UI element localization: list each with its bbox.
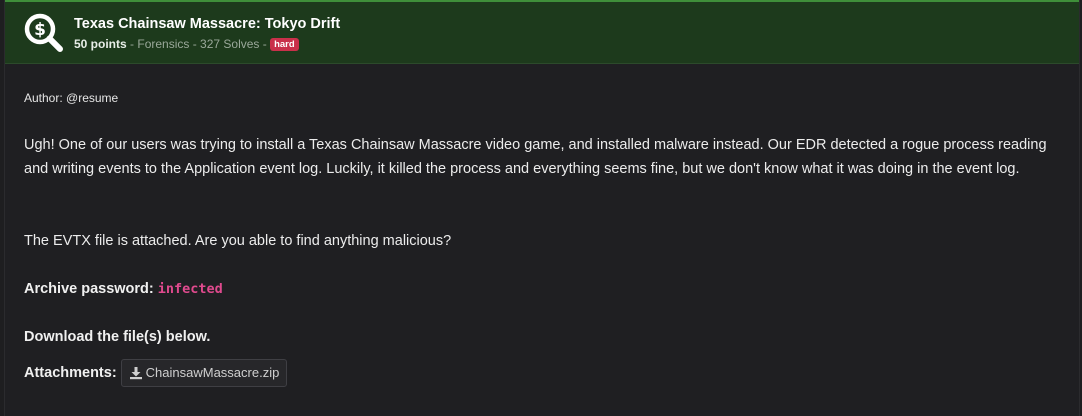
meta-separator: - — [189, 37, 201, 51]
password-value: infected — [157, 281, 223, 297]
challenge-card: $ Texas Chainsaw Massacre: Tokyo Drift 5… — [4, 0, 1080, 416]
attachments-label: Attachments: — [24, 365, 117, 381]
meta-separator: - — [259, 37, 271, 51]
challenge-points: 50 points — [74, 37, 127, 51]
challenge-header: $ Texas Chainsaw Massacre: Tokyo Drift 5… — [5, 0, 1079, 64]
description-paragraph: Ugh! One of our users was trying to inst… — [24, 137, 1047, 177]
magnifier-dollar-icon: $ — [24, 13, 63, 52]
attachment-download-button[interactable]: ChainsawMassacre.zip — [120, 359, 288, 387]
archive-password: Archive password: infected — [24, 277, 223, 301]
download-instructions: Download the file(s) below. — [24, 329, 211, 345]
challenge-meta: 50 points - Forensics - 327 Solves - har… — [74, 37, 299, 51]
challenge-title: Texas Chainsaw Massacre: Tokyo Drift — [74, 16, 341, 32]
challenge-category: Forensics — [137, 37, 190, 51]
meta-separator: - — [126, 37, 138, 51]
difficulty-badge: hard — [270, 38, 299, 51]
download-icon — [129, 367, 142, 380]
password-label: Archive password: — [24, 281, 154, 297]
attachments-row: Attachments: ChainsawMassacre.zip — [24, 359, 288, 387]
description-paragraph-2: The EVTX file is attached. Are you able … — [24, 233, 452, 249]
svg-text:$: $ — [34, 20, 46, 40]
challenge-solves: 327 Solves — [200, 37, 260, 51]
attachment-filename: ChainsawMassacre.zip — [145, 365, 280, 380]
author-line: Author: @resume — [24, 91, 119, 105]
